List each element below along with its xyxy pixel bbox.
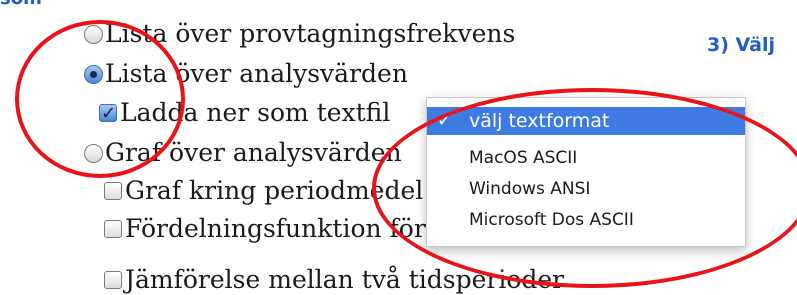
option-label: Graf kring periodmedel	[125, 176, 424, 205]
checkbox[interactable]	[104, 271, 122, 289]
radio-button-selected[interactable]	[84, 64, 103, 84]
dropdown-item-label: Microsoft Dos ASCII	[469, 210, 634, 230]
checkbox-checked[interactable]	[99, 99, 117, 129]
option-graph-values[interactable]: Graf över analysvärden	[84, 138, 402, 168]
text-format-dropdown[interactable]: ✓ välj textformat MacOS ASCII Windows AN…	[426, 97, 746, 247]
section-heading: som	[0, 0, 42, 9]
dropdown-item-label: välj textformat	[469, 110, 610, 132]
checkbox[interactable]	[104, 182, 122, 200]
dropdown-item-microsoft-dos-ascii[interactable]: Microsoft Dos ASCII	[427, 206, 745, 234]
option-partial[interactable]: Jämförelse mellan två tidsperioder	[104, 265, 564, 295]
checkbox[interactable]	[104, 220, 122, 238]
dropdown-item-windows-ansi[interactable]: Windows ANSI	[427, 175, 745, 203]
option-analysis-values[interactable]: Lista över analysvärden	[84, 59, 408, 89]
dropdown-item-selected[interactable]: ✓ välj textformat	[427, 107, 745, 135]
dropdown-item-macos-ascii[interactable]: MacOS ASCII	[427, 144, 745, 172]
checkmark-icon: ✓	[437, 110, 453, 131]
dropdown-item-label: Windows ANSI	[469, 179, 591, 199]
option-label: Ladda ner som textfil	[120, 98, 391, 127]
option-label: Jämförelse mellan två tidsperioder	[125, 265, 565, 294]
option-label: Graf över analysvärden	[105, 138, 402, 167]
radio-button[interactable]	[84, 143, 103, 163]
dropdown-item-label: MacOS ASCII	[469, 148, 578, 168]
option-label: Lista över provtagningsfrekvens	[105, 19, 516, 48]
option-graph-period[interactable]: Graf kring periodmedel	[104, 176, 423, 206]
radio-button[interactable]	[84, 24, 103, 44]
option-sample-frequency[interactable]: Lista över provtagningsfrekvens	[84, 19, 515, 49]
option-download-textfile[interactable]: Ladda ner som textfil	[99, 98, 391, 129]
option-label: Lista över analysvärden	[105, 59, 408, 88]
step-heading: 3) Välj	[707, 34, 776, 56]
